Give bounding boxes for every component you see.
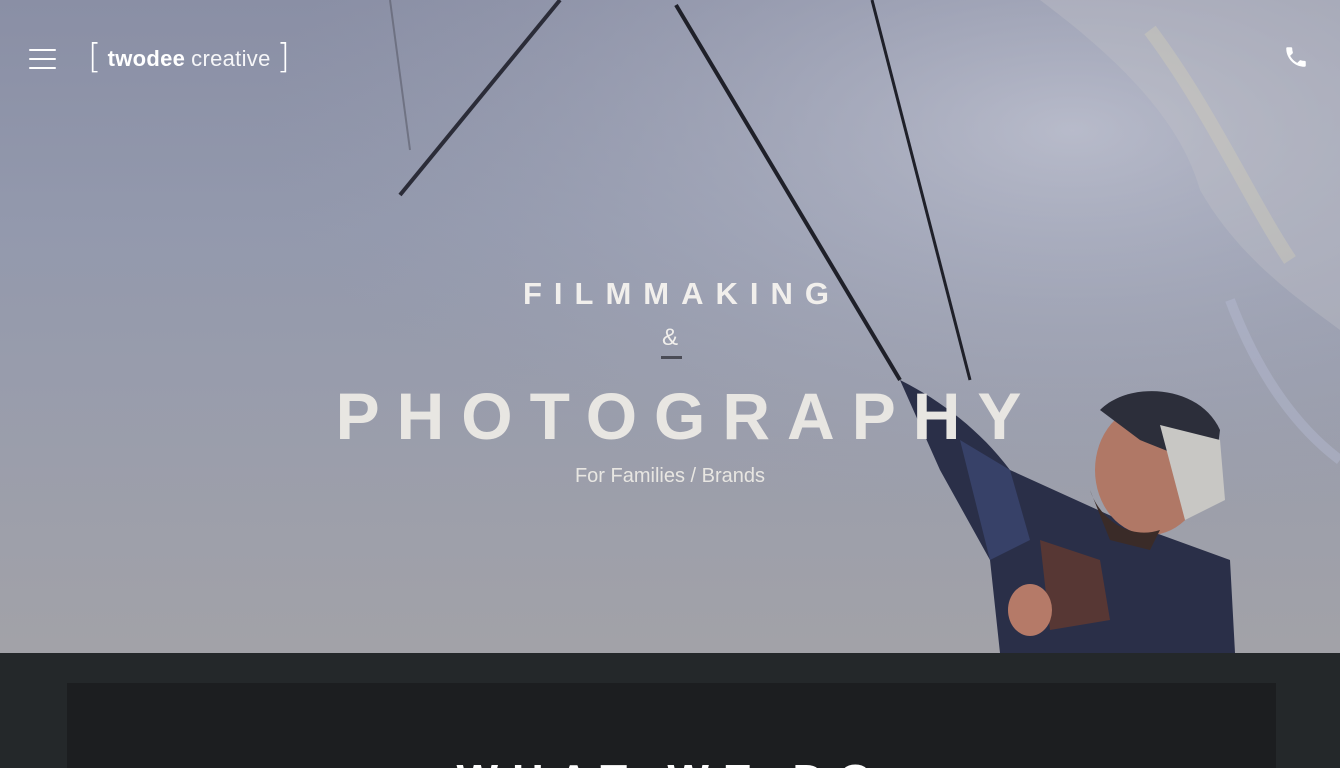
brand-logo[interactable]: [ twodee creative ] bbox=[88, 37, 291, 77]
top-navigation: [ twodee creative ] bbox=[0, 0, 1340, 120]
hero-banner: [ twodee creative ] FILMMAKING & PHOTOGR… bbox=[0, 0, 1340, 653]
what-we-do-section: WHAT WE DO bbox=[67, 683, 1276, 768]
hero-subtitle: For Families / Brands bbox=[574, 465, 766, 487]
ampersand-underline bbox=[661, 356, 682, 359]
hero-line-filmmaking: FILMMAKING bbox=[522, 276, 842, 311]
hero-line-photography: PHOTOGRAPHY bbox=[335, 379, 1039, 453]
phone-icon[interactable] bbox=[1283, 44, 1309, 70]
logo-word-bold: twodee bbox=[107, 46, 186, 71]
logo-bracket-close: ] bbox=[276, 37, 291, 77]
hero-line-ampersand: & bbox=[661, 324, 678, 351]
logo-word-light: creative bbox=[191, 46, 271, 71]
section-title: WHAT WE DO bbox=[67, 756, 1276, 768]
logo-bracket-open: [ bbox=[88, 37, 102, 77]
hamburger-menu-icon[interactable] bbox=[29, 49, 56, 69]
